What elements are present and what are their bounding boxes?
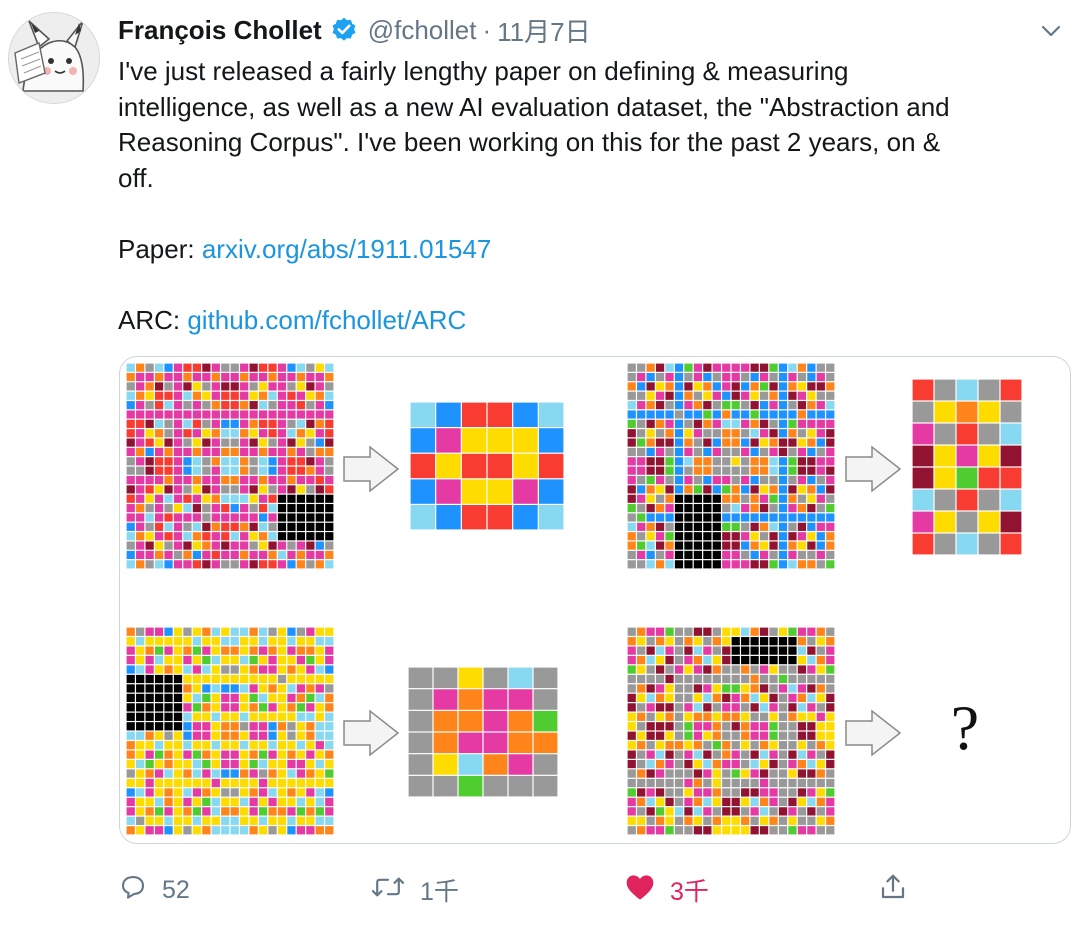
- arrow-right-icon: [845, 445, 902, 493]
- reply-icon: [118, 872, 148, 909]
- arc-output-grid-1: [410, 402, 564, 530]
- arrow-right-icon: [845, 709, 902, 757]
- arc-input-grid-2: [627, 363, 835, 569]
- arc-line: ARC: github.com/fchollet/ARC: [118, 303, 1058, 339]
- arc-label: ARC:: [118, 304, 188, 335]
- arc-tasks-figure: ?: [126, 363, 1022, 835]
- author-handle[interactable]: @fchollet: [368, 15, 477, 46]
- arc-input-grid-4: [627, 627, 835, 835]
- tweet-text-line: intelligence, as well as a new AI evalua…: [118, 91, 950, 122]
- like-count: 3千: [670, 878, 709, 906]
- retweet-icon: [370, 872, 406, 909]
- arc-output-grid-2: [912, 379, 1022, 555]
- paper-line: Paper: arxiv.org/abs/1911.01547: [118, 232, 1058, 268]
- tweet-date[interactable]: 11月7日: [497, 12, 590, 49]
- tweet-actions: 52 1千 3千: [118, 868, 978, 912]
- share-icon: [878, 872, 908, 909]
- author-name[interactable]: François Chollet: [118, 15, 322, 46]
- tweet-text-line: off.: [118, 162, 154, 193]
- retweet-count: 1千: [420, 878, 459, 906]
- reply-button[interactable]: 52: [118, 868, 190, 912]
- paper-link[interactable]: arxiv.org/abs/1911.01547: [202, 234, 492, 264]
- tweet-text-line: I've just released a fairly lengthy pape…: [118, 56, 849, 86]
- verified-badge-icon: [330, 16, 358, 44]
- tweet-header: François Chollet @fchollet · 11月7日: [118, 12, 591, 48]
- question-mark: ?: [951, 692, 979, 763]
- share-button[interactable]: [878, 868, 908, 912]
- arc-input-grid-1: [126, 363, 334, 569]
- arc-link[interactable]: github.com/fchollet/ARC: [187, 305, 466, 335]
- retweet-button[interactable]: 1千: [370, 868, 459, 912]
- paper-label: Paper:: [118, 233, 202, 264]
- reply-count: 52: [162, 875, 190, 904]
- chevron-down-icon[interactable]: [1038, 18, 1064, 44]
- arrow-right-icon: [343, 445, 400, 493]
- arc-output-grid-3: [408, 667, 558, 797]
- arrow-right-icon: [343, 709, 400, 757]
- tweet-text-line: Reasoning Corpus". I've been working on …: [118, 127, 941, 157]
- header-separator: ·: [482, 14, 492, 45]
- tweet-text: I've just released a fairly lengthy pape…: [118, 54, 1058, 338]
- arc-input-grid-3: [126, 627, 334, 835]
- heart-icon: [624, 872, 656, 909]
- author-avatar[interactable]: [8, 12, 100, 104]
- like-button[interactable]: 3千: [624, 868, 709, 912]
- tweet-media-image[interactable]: ?: [119, 356, 1071, 844]
